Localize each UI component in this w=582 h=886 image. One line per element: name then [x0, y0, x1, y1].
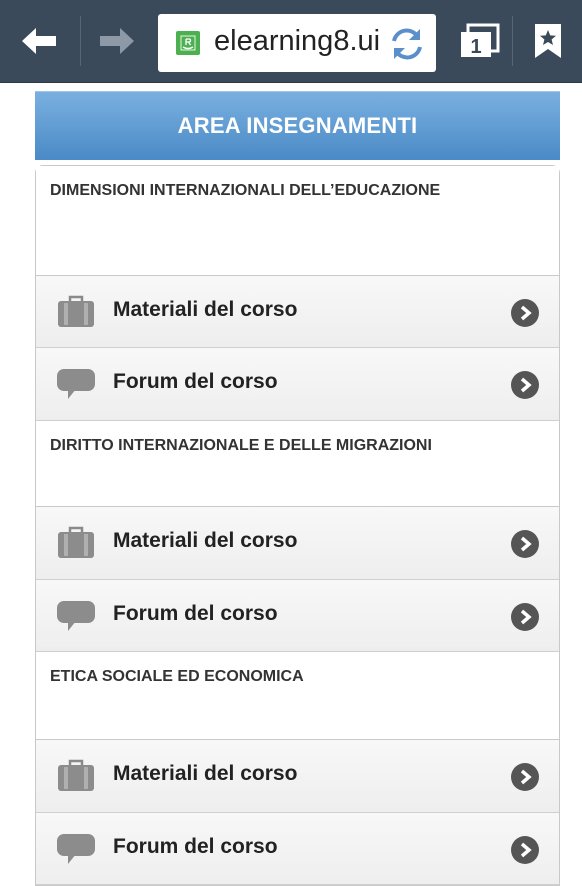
- toolbar-divider: [512, 16, 513, 66]
- course-list: DIMENSIONI INTERNAZIONALI DELL’EDUCAZION…: [35, 165, 560, 886]
- reload-icon[interactable]: [386, 23, 428, 65]
- url-bar[interactable]: elearning8.ui: [158, 14, 436, 72]
- chevron-right-circle-icon: [511, 299, 539, 327]
- briefcase-icon: [58, 295, 94, 327]
- tabs-button[interactable]: 1: [452, 0, 508, 82]
- speech-bubble-icon: [57, 834, 95, 864]
- forum-label: Forum del corso: [113, 370, 278, 393]
- materials-row[interactable]: Materiali del corso: [36, 276, 559, 348]
- tab-count: 1: [470, 36, 481, 58]
- materials-row[interactable]: Materiali del corso: [36, 507, 559, 580]
- arrow-right-icon: [100, 28, 134, 54]
- bookmark-button[interactable]: [518, 0, 578, 82]
- page-title: AREA INSEGNAMENTI: [35, 91, 560, 160]
- forum-label: Forum del corso: [113, 602, 278, 625]
- briefcase-icon: [58, 759, 94, 791]
- materials-label: Materiali del corso: [113, 298, 298, 321]
- chevron-right-circle-icon: [511, 603, 539, 631]
- bookmark-star-icon: [535, 24, 561, 58]
- tabs-icon: 1: [461, 23, 500, 58]
- briefcase-icon: [58, 526, 94, 558]
- chevron-right-circle-icon: [511, 530, 539, 558]
- browser-toolbar: elearning8.ui 1: [0, 0, 582, 83]
- url-text[interactable]: elearning8.ui: [214, 25, 386, 58]
- course-title: ETICA SOCIALE ED ECONOMICA: [36, 652, 559, 740]
- materials-row[interactable]: Materiali del corso: [36, 740, 559, 813]
- forum-label: Forum del corso: [113, 835, 278, 858]
- forum-row[interactable]: Forum del corso: [36, 348, 559, 421]
- arrow-left-icon: [22, 28, 56, 54]
- chevron-right-circle-icon: [511, 371, 539, 399]
- materials-label: Materiali del corso: [113, 762, 298, 785]
- chevron-right-circle-icon: [511, 763, 539, 791]
- forum-row[interactable]: Forum del corso: [36, 580, 559, 652]
- materials-label: Materiali del corso: [113, 529, 298, 552]
- course-title: DIMENSIONI INTERNAZIONALI DELL’EDUCAZION…: [36, 166, 559, 276]
- course-title: DIRITTO INTERNAZIONALE E DELLE MIGRAZION…: [36, 421, 559, 507]
- chevron-right-circle-icon: [511, 836, 539, 864]
- forum-row[interactable]: Forum del corso: [36, 813, 559, 885]
- speech-bubble-icon: [57, 369, 95, 399]
- back-button[interactable]: [0, 0, 78, 82]
- speech-bubble-icon: [57, 601, 95, 631]
- forward-button[interactable]: [82, 0, 152, 82]
- toolbar-divider: [80, 16, 81, 66]
- site-favicon-icon: [176, 31, 200, 55]
